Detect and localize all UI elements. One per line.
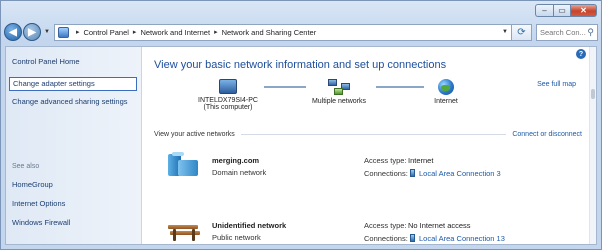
active-networks-header: View your active networks Connect or dis… <box>154 131 582 138</box>
main-pane: ? View your basic network information an… <box>142 47 596 244</box>
access-type-label: Access type: <box>364 156 407 165</box>
refresh-icon: ⟳ <box>517 26 526 38</box>
network-map: INTELDX79SI4-PC (This computer) Multiple… <box>154 79 582 119</box>
vertical-scrollbar[interactable] <box>589 47 596 244</box>
homegroup-link[interactable]: HomeGroup <box>12 180 136 190</box>
network-category: Public network <box>212 233 261 242</box>
divider <box>240 134 507 135</box>
address-bar[interactable]: ▸ Control Panel ▸ Network and Internet ▸… <box>53 23 512 41</box>
connections-label: Connections: <box>364 234 408 243</box>
forward-button[interactable]: ▶ <box>23 23 41 41</box>
network-row: Unidentified network Public network Acce… <box>154 215 582 244</box>
network-details: Access type: No Internet access Connecti… <box>364 221 505 244</box>
help-icon[interactable]: ? <box>576 49 586 59</box>
refresh-button[interactable]: ⟳ <box>511 23 532 41</box>
multiple-networks-icon <box>328 79 350 95</box>
breadcrumb-network-and-sharing-center[interactable]: Network and Sharing Center <box>222 28 317 37</box>
caption-buttons: – ▭ ✕ <box>535 4 597 17</box>
network-category: Domain network <box>212 168 267 177</box>
connections-label: Connections: <box>364 169 408 178</box>
computer-subtitle: (This computer) <box>203 104 253 111</box>
network-details: Access type: Internet Connections: Local… <box>364 156 501 182</box>
see-also-title: See also <box>12 163 40 170</box>
connection-link[interactable]: Local Area Connection 13 <box>419 234 505 243</box>
close-button[interactable]: ✕ <box>570 4 597 17</box>
windows-firewall-link[interactable]: Windows Firewall <box>12 218 136 228</box>
see-also-section: See also HomeGroup Internet Options Wind… <box>12 163 136 237</box>
internet-label: Internet <box>434 98 458 105</box>
multiple-networks-label: Multiple networks <box>311 98 367 105</box>
chevron-right-icon[interactable]: ▸ <box>76 28 80 36</box>
task-pane: Control Panel Home Change adapter settin… <box>6 47 142 244</box>
access-type-value: Internet <box>408 156 434 165</box>
public-network-bench-icon[interactable] <box>168 217 200 243</box>
map-node-networks[interactable]: Multiple networks <box>304 79 374 105</box>
globe-icon <box>438 79 454 95</box>
search-icon[interactable]: ⚲ <box>587 27 594 38</box>
connection-link[interactable]: Local Area Connection 3 <box>419 169 501 178</box>
navigation-bar: ◀ ▶ ▼ ▸ Control Panel ▸ Network and Inte… <box>4 21 598 43</box>
control-panel-home-link[interactable]: Control Panel Home <box>12 57 136 67</box>
search-box[interactable]: ⚲ <box>535 23 598 41</box>
chevron-right-icon[interactable]: ▸ <box>133 28 137 36</box>
connect-or-disconnect-link[interactable]: Connect or disconnect <box>512 131 582 138</box>
access-type-value: No Internet access <box>408 221 471 230</box>
computer-icon <box>219 79 237 94</box>
change-advanced-sharing-link[interactable]: Change advanced sharing settings <box>12 97 136 107</box>
maximize-button[interactable]: ▭ <box>553 4 570 17</box>
page-title: View your basic network information and … <box>154 59 447 71</box>
chevron-right-icon[interactable]: ▸ <box>214 28 218 36</box>
map-link-line <box>376 86 424 88</box>
see-full-map-link[interactable]: See full map <box>537 81 576 88</box>
recent-pages-dropdown-icon[interactable]: ▼ <box>44 29 50 35</box>
ethernet-icon <box>410 234 415 242</box>
scrollbar-thumb[interactable] <box>591 89 595 99</box>
chevron-down-icon[interactable]: ▼ <box>502 29 508 35</box>
network-name: Unidentified network <box>212 221 287 230</box>
map-link-line <box>264 86 306 88</box>
change-adapter-settings-link[interactable]: Change adapter settings <box>9 77 137 91</box>
minimize-button[interactable]: – <box>535 4 553 17</box>
network-row: merging.com Domain network Access type: … <box>154 150 582 197</box>
window: – ▭ ✕ ◀ ▶ ▼ ▸ Control Panel ▸ Network an… <box>0 0 602 250</box>
map-node-computer[interactable]: INTELDX79SI4-PC (This computer) <box>192 79 264 111</box>
breadcrumb-network-and-internet[interactable]: Network and Internet <box>140 28 210 37</box>
control-panel-icon <box>57 26 69 38</box>
content-area: Control Panel Home Change adapter settin… <box>5 46 597 245</box>
back-button[interactable]: ◀ <box>4 23 22 41</box>
active-networks-heading: View your active networks <box>154 131 235 138</box>
computer-name: INTELDX79SI4-PC <box>198 97 258 104</box>
access-type-label: Access type: <box>364 221 407 230</box>
network-name: merging.com <box>212 156 260 165</box>
internet-options-link[interactable]: Internet Options <box>12 199 136 209</box>
ethernet-icon <box>410 169 415 177</box>
search-input[interactable] <box>539 27 588 37</box>
breadcrumb-control-panel[interactable]: Control Panel <box>83 28 128 37</box>
map-node-internet[interactable]: Internet <box>422 79 470 105</box>
domain-network-icon[interactable] <box>168 152 200 178</box>
